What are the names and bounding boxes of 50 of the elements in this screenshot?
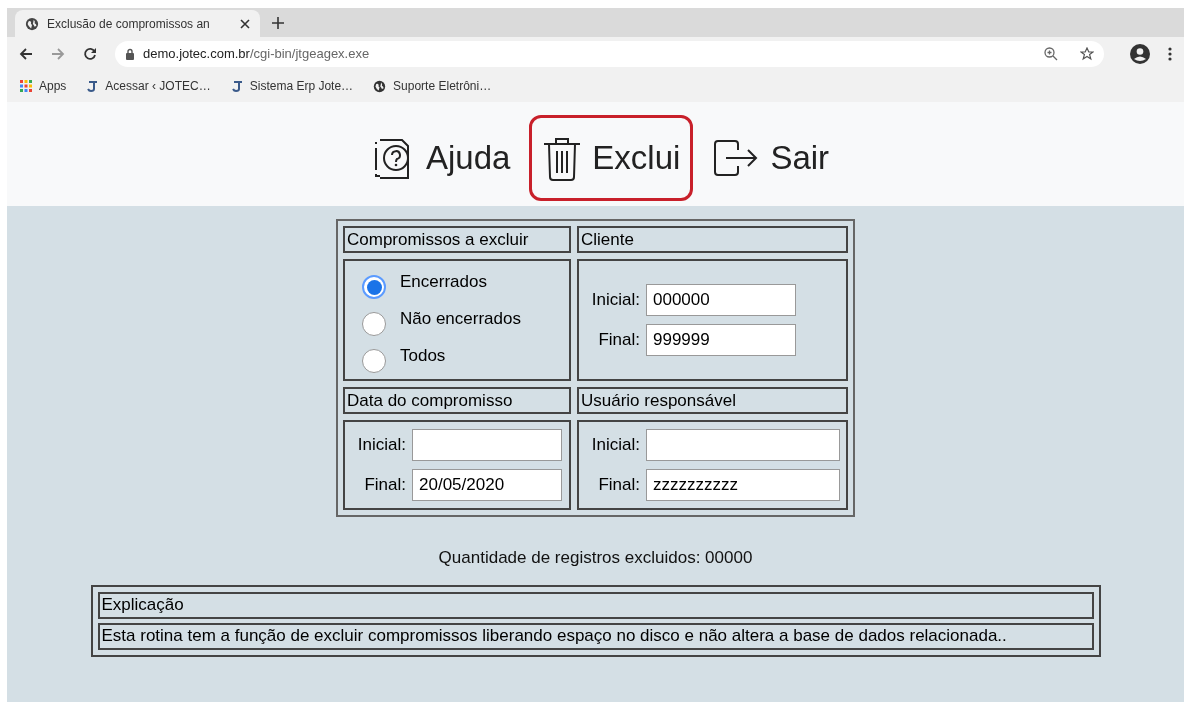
globe-icon: [373, 79, 387, 93]
radio-label: Todos: [400, 345, 446, 368]
url-text: demo.jotec.com.br/cgi-bin/jtgeagex.exe: [143, 44, 370, 63]
radio-button[interactable]: [362, 312, 386, 336]
apps-grid-icon: [20, 80, 32, 92]
address-bar[interactable]: demo.jotec.com.br/cgi-bin/jtgeagex.exe: [115, 40, 1104, 67]
section-header: Cliente: [577, 226, 848, 253]
browser-tab[interactable]: Exclusão de compromissos an: [15, 10, 260, 37]
toolbar-button[interactable]: Exclui: [529, 115, 694, 201]
bookmark[interactable]: Acessar ‹ JOTEC…: [86, 77, 211, 95]
radio-label: Não encerrados: [400, 308, 521, 331]
field-label: Final:: [363, 474, 406, 497]
radio-label: Encerrados: [400, 271, 487, 294]
bookmark[interactable]: Sistema Erp Jote…: [230, 77, 354, 95]
input-field[interactable]: 999999: [646, 324, 796, 356]
lock-icon: [125, 47, 135, 60]
input-field[interactable]: zzzzzzzzzz: [646, 469, 840, 501]
field-label: Inicial:: [590, 434, 640, 457]
star-icon[interactable]: [1080, 46, 1094, 61]
menu-icon[interactable]: [1168, 46, 1172, 61]
bookmark[interactable]: Suporte Eletrôni…: [373, 77, 492, 95]
input-field[interactable]: [412, 429, 562, 461]
radio-button[interactable]: [362, 349, 386, 373]
record-count-text: Quantidade de registros excluidos: 00000: [438, 547, 753, 569]
section-header: Data do compromisso: [343, 387, 571, 414]
bookmark[interactable]: Apps: [20, 77, 67, 95]
toolbar-button[interactable]: Sair: [699, 115, 843, 201]
reload-icon[interactable]: [83, 46, 97, 61]
tab-title: Exclusão de compromissos an: [47, 15, 210, 33]
letter-logo-icon: [86, 80, 99, 92]
zoom-icon[interactable]: [1044, 46, 1058, 61]
field-label: Inicial:: [590, 289, 640, 312]
back-icon[interactable]: [19, 46, 33, 61]
field-label: Final:: [597, 474, 640, 497]
new-tab-icon[interactable]: [272, 17, 284, 29]
section-header: Explicação: [97, 591, 1094, 619]
field-label: Inicial:: [356, 434, 406, 457]
explanation-text: Esta rotina tem a função de excluir compromissos liberando espaço no disco e não altera a base de dados relacionada..: [97, 622, 1094, 650]
input-field[interactable]: [646, 429, 840, 461]
field-label: Final:: [597, 329, 640, 352]
radio-button[interactable]: [362, 275, 386, 299]
globe-icon: [25, 16, 39, 31]
toolbar-button[interactable]: Ajuda: [358, 115, 524, 201]
section-header: Compromissos a excluir: [343, 226, 571, 253]
close-icon[interactable]: [240, 18, 250, 29]
input-field[interactable]: 20/05/2020: [412, 469, 562, 501]
section-header: Usuário responsável: [577, 387, 848, 414]
letter-logo-icon: [230, 80, 243, 92]
input-field[interactable]: 000000: [646, 284, 796, 316]
profile-icon[interactable]: [1130, 43, 1150, 64]
